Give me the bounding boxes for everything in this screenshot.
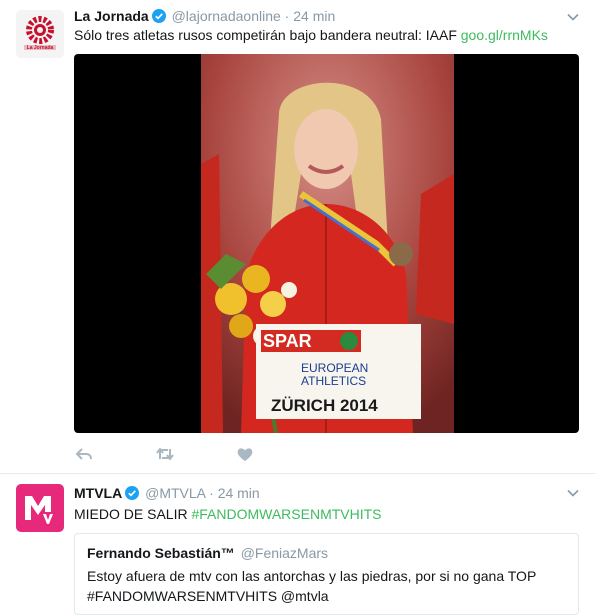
quoted-text-line2: #FANDOMWARSENMTVHITS @mtvla: [87, 588, 329, 604]
timestamp[interactable]: 24 min: [218, 485, 260, 501]
like-icon[interactable]: [235, 444, 255, 464]
bib-brand: SPAR: [263, 331, 312, 351]
separator-dot: ·: [284, 8, 290, 24]
quoted-author-handle[interactable]: @FeniazMars: [241, 545, 328, 561]
author-name[interactable]: MTVLA: [74, 485, 122, 501]
mtv-logo: [16, 484, 64, 532]
quoted-tweet-text: Estoy afuera de mtv con las antorchas y …: [87, 566, 566, 606]
avatar[interactable]: La Jornada: [16, 10, 64, 58]
tweet-text-body: Sólo tres atletas rusos competirán bajo …: [74, 27, 461, 43]
athlete-photo[interactable]: SPAR EUROPEAN ATHLETICS ZÜRICH 2014: [201, 54, 454, 433]
tweet-text: Sólo tres atletas rusos competirán bajo …: [74, 25, 576, 45]
verified-icon: [125, 486, 140, 504]
chevron-down-icon[interactable]: [566, 10, 580, 24]
hashtag-link[interactable]: #FANDOMWARSENMTVHITS: [191, 506, 381, 522]
quoted-tweet-header: Fernando Sebastián™ @FeniazMars: [87, 544, 566, 562]
quoted-author-name[interactable]: Fernando Sebastián™: [87, 545, 235, 561]
reply-icon[interactable]: [74, 444, 94, 464]
tweet-header: MTVLA @MTVLA · 24 min: [74, 484, 556, 504]
quoted-tweet[interactable]: Fernando Sebastián™ @FeniazMars Estoy af…: [74, 533, 579, 615]
timestamp[interactable]: 24 min: [293, 8, 335, 24]
avatar-label: La Jornada: [26, 45, 54, 51]
bib-line2: ATHLETICS: [301, 374, 367, 388]
quoted-text-line1: Estoy afuera de mtv con las antorchas y …: [87, 568, 537, 584]
tweet-text: MIEDO DE SALIR #FANDOMWARSENMTVHITS: [74, 504, 576, 524]
tweet-link[interactable]: goo.gl/rrnMKs: [461, 27, 548, 43]
author-handle[interactable]: @MTVLA: [145, 485, 205, 501]
author-name[interactable]: La Jornada: [74, 8, 149, 24]
author-handle[interactable]: @lajornadaonline: [172, 8, 281, 24]
separator-dot: ·: [209, 485, 214, 501]
tweet-mtvla[interactable]: MTVLA @MTVLA · 24 min MIEDO DE SALIR #FA…: [0, 474, 596, 615]
tweet-header: La Jornada @lajornadaonline · 24 min: [74, 7, 556, 27]
bib-city: ZÜRICH 2014: [271, 396, 378, 415]
tweet-media[interactable]: SPAR EUROPEAN ATHLETICS ZÜRICH 2014: [74, 54, 579, 433]
tweet-text-body: MIEDO DE SALIR: [74, 506, 192, 522]
chevron-down-icon[interactable]: [566, 486, 580, 500]
retweet-icon[interactable]: [155, 444, 175, 464]
avatar[interactable]: [16, 484, 64, 532]
tweet-la-jornada[interactable]: La Jornada La Jornada @lajornadaonline ·…: [0, 0, 596, 474]
